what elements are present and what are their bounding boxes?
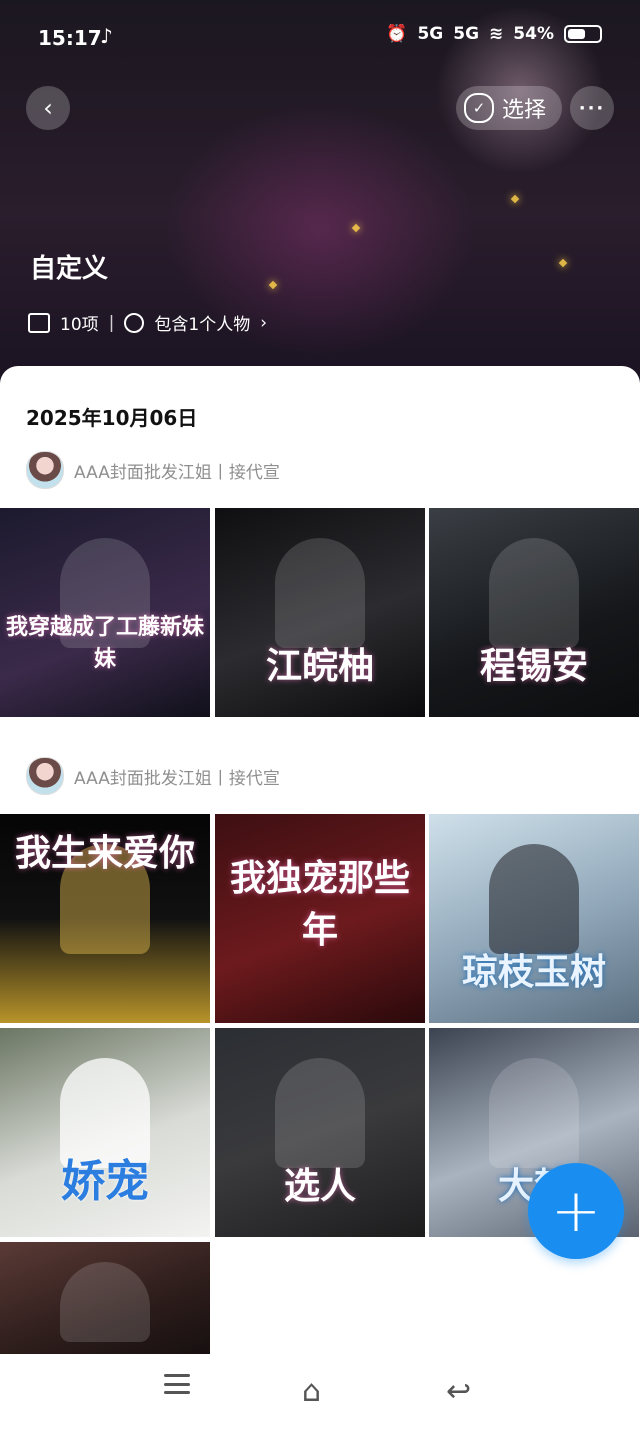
person-icon <box>124 312 145 333</box>
alarm-icon: ⏰ <box>386 24 408 44</box>
photo-tile[interactable]: 琼枝玉树 <box>429 814 639 1023</box>
photo-figure <box>275 538 365 648</box>
owner-row[interactable]: AAA封面批发江姐丨接代宣 <box>26 756 280 796</box>
check-circle-icon: ✓ <box>464 93 494 123</box>
nav-back-button[interactable]: ↩ <box>446 1374 471 1409</box>
back-button[interactable]: ‹ <box>26 86 70 130</box>
signal-5g-1: 5G <box>417 24 444 44</box>
meta-separator: | <box>108 312 115 333</box>
more-button[interactable]: ··· <box>570 86 614 130</box>
content-card: 2025年10月06日 AAA封面批发江姐丨接代宣 我穿越成了工藤新妹妹 江皖柚… <box>0 366 640 1429</box>
album-title: 自定义 <box>30 254 109 284</box>
photo-tile[interactable]: 我独宠那些年 <box>215 814 425 1023</box>
owner-name: AAA封面批发江姐丨接代宣 <box>74 768 280 789</box>
home-button[interactable]: ⌂ <box>302 1374 321 1409</box>
photo-tile[interactable]: 选人 <box>215 1028 425 1237</box>
photo-caption: 程锡安 <box>479 645 588 687</box>
album-meta: 10项 | 包含1个人物 › <box>28 310 267 335</box>
photo-caption: 我独宠那些年 <box>229 857 410 951</box>
photo-caption: 我穿越成了工藤新妹妹 <box>5 614 204 672</box>
home-icon: ⌂ <box>302 1374 322 1409</box>
photo-caption: 江皖柚 <box>265 645 374 687</box>
photo-figure <box>489 844 579 954</box>
photo-figure <box>489 538 579 648</box>
select-label: 选择 <box>502 98 547 123</box>
system-nav-bar: ⌂ ↩ <box>0 1358 640 1429</box>
plus-icon: + <box>550 1176 602 1246</box>
battery-icon <box>564 25 602 43</box>
sparkle-decoration <box>510 194 520 204</box>
wifi-icon: ≋ <box>489 24 504 44</box>
status-time: 15:17 <box>38 26 102 50</box>
menu-button[interactable] <box>164 1374 190 1394</box>
sparkle-decoration <box>268 280 278 290</box>
sparkle-decoration <box>558 258 568 268</box>
people-link[interactable]: 包含1个人物 <box>154 310 250 335</box>
sparkle-decoration <box>351 223 361 233</box>
album-header: 15:17 ♪ ⏰ 5G 5G ≋ 54% ‹ ✓ 选择 ··· 自定义 10项… <box>0 0 640 390</box>
photo-tile[interactable]: 我穿越成了工藤新妹妹 <box>0 508 210 717</box>
owner-name: AAA封面批发江姐丨接代宣 <box>74 462 280 483</box>
photo-tile[interactable]: 程锡安 <box>429 508 639 717</box>
photo-tile[interactable]: 我生来爱你 <box>0 814 210 1023</box>
date-heading: 2025年10月06日 <box>26 406 198 430</box>
chevron-left-icon: ‹ <box>43 94 53 122</box>
owner-row[interactable]: AAA封面批发江姐丨接代宣 <box>26 450 280 490</box>
photo-tile[interactable]: 娇宠 <box>0 1028 210 1237</box>
avatar[interactable] <box>26 451 64 489</box>
hamburger-icon <box>164 1374 190 1394</box>
tiktok-icon: ♪ <box>100 24 113 48</box>
signal-5g-2: 5G <box>453 24 480 44</box>
photo-figure <box>489 1058 579 1168</box>
chevron-right-icon[interactable]: › <box>260 313 267 333</box>
status-bar: 15:17 ♪ ⏰ 5G 5G ≋ 54% <box>0 0 640 74</box>
battery-percent: 54% <box>513 24 554 44</box>
add-button[interactable]: + <box>528 1163 624 1259</box>
photo-tile[interactable] <box>0 1242 210 1354</box>
photo-tile[interactable]: 江皖柚 <box>215 508 425 717</box>
more-icon: ··· <box>578 97 606 119</box>
photo-figure <box>275 1058 365 1168</box>
item-count: 10项 <box>60 315 99 335</box>
photo-caption: 娇宠 <box>61 1156 149 1207</box>
image-icon <box>28 312 50 333</box>
select-button[interactable]: ✓ 选择 <box>456 86 563 130</box>
status-right: ⏰ 5G 5G ≋ 54% <box>386 24 602 44</box>
photo-caption: 选人 <box>283 1165 356 1207</box>
return-icon: ↩ <box>446 1374 472 1409</box>
photo-caption: 琼枝玉树 <box>461 951 606 993</box>
photo-figure <box>60 1262 150 1342</box>
avatar[interactable] <box>26 757 64 795</box>
photo-caption: 我生来爱你 <box>14 832 195 874</box>
